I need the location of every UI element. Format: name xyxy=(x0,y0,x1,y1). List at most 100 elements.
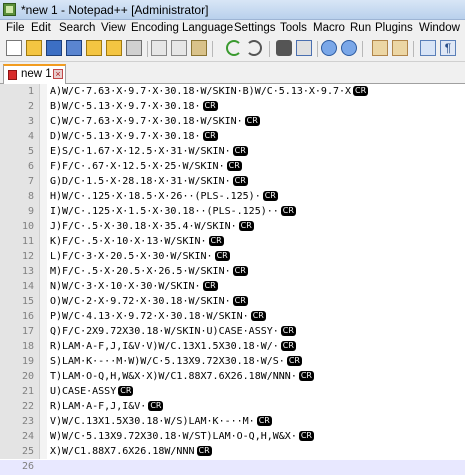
line-text[interactable]: O)W/C·2·X·9.72·X·30.18·W/SKIN· CR xyxy=(50,296,248,307)
tab-new-1[interactable]: new 1 × xyxy=(3,64,66,84)
editor-line[interactable]: 22 R)LAM·A-F,J,I&V· CR xyxy=(0,400,465,415)
replace-icon[interactable] xyxy=(296,40,312,56)
line-end-cr-marker: CR xyxy=(298,371,314,381)
line-end-cr-marker: CR xyxy=(256,416,272,426)
editor[interactable]: 1 A)W/C·7.63·X·9.7·X·30.18·W/SKIN·B)W/C·5… xyxy=(0,84,465,475)
editor-line[interactable]: 1 A)W/C·7.63·X·9.7·X·30.18·W/SKIN·B)W/C·5… xyxy=(0,85,465,100)
line-text[interactable]: I)W/C·.125·X·1.5·X·30.18··(PLS-.125)·· CR xyxy=(50,206,296,217)
editor-line[interactable]: 14 N)W/C·3·X·10·X·30·W/SKIN· CR xyxy=(0,280,465,295)
line-text[interactable]: S)LAM·K·-··M·W)W/C·5.13X9.72X30.18·W/S· C… xyxy=(50,356,302,367)
save-icon[interactable] xyxy=(46,40,62,56)
editor-line[interactable]: 10 J)F/C·.5·X·30.18·X·35.4·W/SKIN· CR xyxy=(0,220,465,235)
line-text[interactable]: W)W/C·5.13X9.72X30.18·W/ST)LAM·O-Q,H,W&X… xyxy=(50,431,314,442)
word-wrap-icon[interactable] xyxy=(420,40,436,56)
line-text[interactable]: V)W/C.13X1.5X30.18·W/S)LAM·K·-··M· CR xyxy=(50,416,272,427)
line-text[interactable]: T)LAM·O-Q,H,W&X·X)W/C1.88X7.6X26.18W/NNN… xyxy=(50,371,314,382)
menu-plugins[interactable]: Plugins xyxy=(375,22,413,34)
undo-icon[interactable] xyxy=(226,40,242,56)
line-end-cr-marker: CR xyxy=(208,236,224,246)
menu-run[interactable]: Run xyxy=(350,22,371,34)
editor-line[interactable]: 8 H)W/C·.125·X·18.5·X·26··(PLS-.125)· CR xyxy=(0,190,465,205)
line-text[interactable]: H)W/C·.125·X·18.5·X·26··(PLS-.125)· CR xyxy=(50,191,278,202)
line-content: P)W/C·4.13·X·9.72·X·30.18·W/SKIN· xyxy=(50,311,249,322)
line-text[interactable]: J)F/C·.5·X·30.18·X·35.4·W/SKIN· CR xyxy=(50,221,254,232)
editor-line[interactable]: 24 W)W/C·5.13X9.72X30.18·W/ST)LAM·O-Q,H,W… xyxy=(0,430,465,445)
editor-line[interactable]: 26 xyxy=(0,460,465,475)
tab-close-icon[interactable]: × xyxy=(53,69,63,79)
line-text[interactable]: P)W/C·4.13·X·9.72·X·30.18·W/SKIN· CR xyxy=(50,311,266,322)
new-file-icon[interactable] xyxy=(6,40,22,56)
line-text[interactable]: A)W/C·7.63·X·9.7·X·30.18·W/SKIN·B)W/C·5.… xyxy=(50,86,369,97)
menu-macro[interactable]: Macro xyxy=(313,22,345,34)
line-text[interactable]: C)W/C·7.63·X·9.7·X·30.18·W/SKIN· CR xyxy=(50,116,260,127)
zoom-in-icon[interactable] xyxy=(321,40,337,56)
line-text[interactable]: B)W/C·5.13·X·9.7·X·30.18· CR xyxy=(50,101,218,112)
editor-line[interactable]: 19 S)LAM·K·-··M·W)W/C·5.13X9.72X30.18·W/S… xyxy=(0,355,465,370)
line-text[interactable]: L)F/C·3·X·20.5·X·30·W/SKIN· CR xyxy=(50,251,230,262)
line-text[interactable]: U)CASE·ASSY CR xyxy=(50,386,134,397)
line-number: 5 xyxy=(27,146,34,157)
line-number: 15 xyxy=(21,296,34,307)
editor-line[interactable]: 23 V)W/C.13X1.5X30.18·W/S)LAM·K·-··M· CR xyxy=(0,415,465,430)
line-content: X)W/C1.88X7.6X26.18W/NNN xyxy=(50,446,195,457)
editor-line[interactable]: 15 O)W/C·2·X·9.72·X·30.18·W/SKIN· CR xyxy=(0,295,465,310)
line-text[interactable]: E)S/C·1.67·X·12.5·X·31·W/SKIN· CR xyxy=(50,146,248,157)
editor-line[interactable]: 16 P)W/C·4.13·X·9.72·X·30.18·W/SKIN· CR xyxy=(0,310,465,325)
menu-encoding[interactable]: Encoding xyxy=(131,22,179,34)
editor-line[interactable]: 21 U)CASE·ASSY CR xyxy=(0,385,465,400)
editor-line[interactable]: 6 F)F/C·.67·X·12.5·X·25·W/SKIN· CR xyxy=(0,160,465,175)
menu-tools[interactable]: Tools xyxy=(280,22,307,34)
editor-line[interactable]: 2 B)W/C·5.13·X·9.7·X·30.18· CR xyxy=(0,100,465,115)
zoom-out-icon[interactable] xyxy=(341,40,357,56)
save-all-icon[interactable] xyxy=(66,40,82,56)
line-end-cr-marker: CR xyxy=(232,296,248,306)
paste-icon[interactable] xyxy=(191,40,207,56)
sync-horizontal-icon[interactable] xyxy=(392,40,408,56)
toolbar-separator xyxy=(147,41,148,57)
line-content: D)W/C·5.13·X·9.7·X·30.18· xyxy=(50,131,201,142)
editor-line[interactable]: 20 T)LAM·O-Q,H,W&X·X)W/C1.88X7.6X26.18W/N… xyxy=(0,370,465,385)
close-all-icon[interactable] xyxy=(106,40,122,56)
editor-line[interactable]: 13 M)F/C·.5·X·20.5·X·26.5·W/SKIN· CR xyxy=(0,265,465,280)
menu-file[interactable]: File xyxy=(6,22,25,34)
line-number: 3 xyxy=(27,116,34,127)
line-end-cr-marker: CR xyxy=(244,116,260,126)
editor-line[interactable]: 4 D)W/C·5.13·X·9.7·X·30.18· CR xyxy=(0,130,465,145)
print-icon[interactable] xyxy=(126,40,142,56)
editor-line[interactable]: 25 X)W/C1.88X7.6X26.18W/NNN CR xyxy=(0,445,465,460)
cut-icon[interactable] xyxy=(151,40,167,56)
open-file-icon[interactable] xyxy=(26,40,42,56)
sync-vertical-icon[interactable] xyxy=(372,40,388,56)
line-text[interactable]: X)W/C1.88X7.6X26.18W/NNN CR xyxy=(50,446,212,457)
editor-line[interactable]: 9 I)W/C·.125·X·1.5·X·30.18··(PLS-.125)·· C… xyxy=(0,205,465,220)
line-text[interactable]: M)F/C·.5·X·20.5·X·26.5·W/SKIN· CR xyxy=(50,266,248,277)
menu-edit[interactable]: Edit xyxy=(31,22,51,34)
line-text[interactable]: F)F/C·.67·X·12.5·X·25·W/SKIN· CR xyxy=(50,161,242,172)
line-number: 19 xyxy=(21,356,34,367)
editor-line[interactable]: 18 R)LAM·A-F,J,I&V·V)W/C.13X1.5X30.18·W/·… xyxy=(0,340,465,355)
menu-view[interactable]: View xyxy=(101,22,126,34)
show-all-chars-icon[interactable]: ¶ xyxy=(440,40,456,56)
menu-search[interactable]: Search xyxy=(59,22,95,34)
menu-window[interactable]: Window xyxy=(419,22,460,34)
line-content: W)W/C·5.13X9.72X30.18·W/ST)LAM·O-Q,H,W&X… xyxy=(50,431,297,442)
editor-line[interactable]: 3 C)W/C·7.63·X·9.7·X·30.18·W/SKIN· CR xyxy=(0,115,465,130)
close-icon[interactable] xyxy=(86,40,102,56)
line-text[interactable]: G)D/C·1.5·X·28.18·X·31·W/SKIN· CR xyxy=(50,176,248,187)
menu-settings[interactable]: Settings xyxy=(234,22,276,34)
editor-line[interactable]: 5 E)S/C·1.67·X·12.5·X·31·W/SKIN· CR xyxy=(0,145,465,160)
copy-icon[interactable] xyxy=(171,40,187,56)
line-text[interactable]: K)F/C·.5·X·10·X·13·W/SKIN· CR xyxy=(50,236,224,247)
line-text[interactable]: Q)F/C·2X9.72X30.18·W/SKIN·U)CASE·ASSY· CR xyxy=(50,326,296,337)
editor-line[interactable]: 7 G)D/C·1.5·X·28.18·X·31·W/SKIN· CR xyxy=(0,175,465,190)
redo-icon[interactable] xyxy=(246,40,262,56)
editor-line[interactable]: 11 K)F/C·.5·X·10·X·13·W/SKIN· CR xyxy=(0,235,465,250)
line-text[interactable]: D)W/C·5.13·X·9.7·X·30.18· CR xyxy=(50,131,218,142)
line-text[interactable]: R)LAM·A-F,J,I&V· CR xyxy=(50,401,164,412)
line-text[interactable]: R)LAM·A-F,J,I&V·V)W/C.13X1.5X30.18·W/· CR xyxy=(50,341,296,352)
editor-line[interactable]: 17 Q)F/C·2X9.72X30.18·W/SKIN·U)CASE·ASSY·… xyxy=(0,325,465,340)
menu-language[interactable]: Language xyxy=(182,22,233,34)
editor-line[interactable]: 12 L)F/C·3·X·20.5·X·30·W/SKIN· CR xyxy=(0,250,465,265)
find-icon[interactable] xyxy=(276,40,292,56)
line-text[interactable]: N)W/C·3·X·10·X·30·W/SKIN· CR xyxy=(50,281,218,292)
